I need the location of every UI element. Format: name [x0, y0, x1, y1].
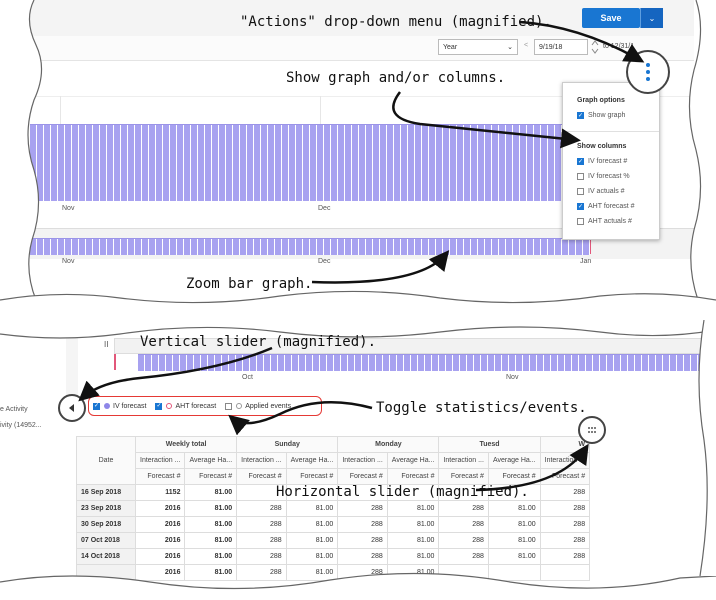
callout-show-graph: Show graph and/or columns. [286, 70, 506, 86]
callout-vertical-slider: Vertical slider (magnified). [140, 334, 377, 350]
arrow-zoom-bar [311, 250, 450, 284]
arrow-vertical-slider [78, 346, 273, 402]
arrow-toggle-stats [228, 400, 373, 436]
annotation-arrows [78, 20, 645, 492]
callout-zoom-bar: Zoom bar graph. [186, 276, 313, 292]
callout-actions-menu: "Actions" drop-down menu (magnified). [240, 14, 552, 30]
callout-horizontal-slider: Horizontal slider (magnified). [276, 484, 529, 500]
callout-toggle-stats: Toggle statistics/events. [376, 400, 587, 416]
arrow-show-graph [392, 91, 581, 149]
